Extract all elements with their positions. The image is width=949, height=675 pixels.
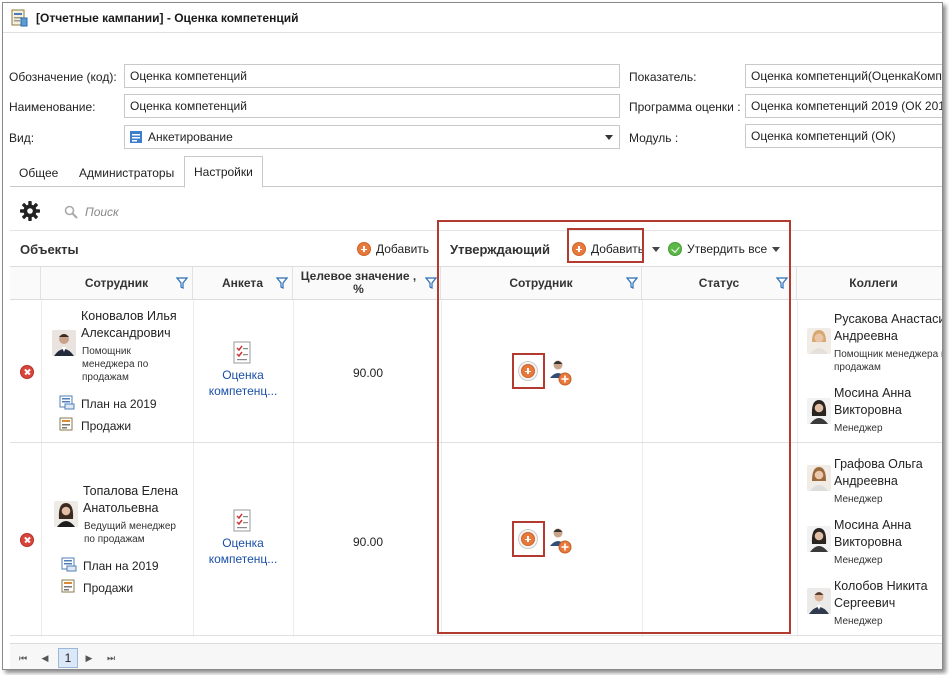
sales-icon: [61, 579, 75, 593]
survey-link[interactable]: компетенц...: [193, 551, 293, 567]
plan-label: План на 2019: [81, 397, 157, 411]
employee-role: Ведущий менеджер: [84, 521, 176, 532]
module-label: Модуль :: [629, 131, 679, 145]
avatar: [807, 465, 831, 491]
employee-name: Анатольевна: [83, 501, 159, 515]
survey-link[interactable]: Оценка: [193, 535, 293, 551]
tab-settings[interactable]: Настройки: [184, 156, 263, 188]
colleague-name: Викторовна: [834, 403, 902, 417]
add-icon: [357, 242, 371, 256]
title-bar: [Отчетные кампании] - Оценка компетенций: [3, 3, 942, 33]
search-label[interactable]: Поиск: [85, 205, 119, 219]
pager: ⏮ ◀ 1 ▶ ⏭: [10, 643, 942, 669]
avatar: [807, 526, 831, 552]
filter-icon[interactable]: [176, 277, 188, 289]
colleague-name: Андреевна: [834, 474, 898, 488]
next-page-icon[interactable]: ▶: [82, 651, 96, 665]
plan-icon: [59, 395, 75, 410]
code-label: Обозначение (код):: [9, 70, 117, 84]
avatar: [807, 328, 831, 354]
delete-icon[interactable]: [20, 533, 34, 547]
column-colleagues[interactable]: Коллеги: [797, 267, 942, 299]
window-title: [Отчетные кампании] - Оценка компетенций: [36, 10, 299, 25]
kind-select[interactable]: Анкетирование: [124, 125, 620, 149]
employee-name: Коновалов Илья: [81, 309, 177, 323]
filter-icon[interactable]: [276, 277, 288, 289]
survey-kind-icon: [130, 131, 142, 143]
avatar: [54, 501, 78, 527]
last-page-icon[interactable]: ⏭: [104, 651, 118, 665]
indicator-label: Показатель:: [629, 70, 697, 84]
plan-label: План на 2019: [83, 559, 159, 573]
tab-bar: Общее Администраторы Настройки: [10, 156, 942, 188]
colleague-name: Графова Ольга: [834, 457, 923, 471]
first-page-icon[interactable]: ⏮: [16, 651, 30, 665]
survey-link[interactable]: компетенц...: [193, 383, 293, 399]
indicator-field[interactable]: Оценка компетенций(ОценкаКомпе: [745, 64, 942, 88]
prev-page-icon[interactable]: ◀: [38, 651, 52, 665]
code-field[interactable]: Оценка компетенций: [124, 64, 620, 88]
module-field[interactable]: Оценка компетенций (ОК): [745, 124, 942, 148]
colleague-role: Менеджер: [834, 555, 883, 566]
column-target[interactable]: Целевое значение , %: [293, 267, 441, 299]
tab-administrators[interactable]: Администраторы: [70, 160, 183, 187]
colleague-name: Викторовна: [834, 535, 902, 549]
colleague-name: Андреевна: [834, 329, 898, 343]
plan-icon: [61, 557, 77, 572]
employee-role: Помощник: [82, 346, 131, 357]
sales-label: Продажи: [83, 581, 134, 595]
survey-link[interactable]: Оценка: [193, 367, 293, 383]
colleague-role: Менеджер: [834, 494, 883, 505]
sales-label: Продажи: [81, 419, 132, 433]
column-colleagues-label: Коллеги: [849, 275, 898, 290]
program-field[interactable]: Оценка компетенций 2019 (ОК 2019: [745, 94, 942, 118]
employee-role: менеджера по: [82, 359, 149, 370]
kind-value: Анкетирование: [148, 130, 233, 144]
survey-icon[interactable]: [232, 509, 252, 533]
colleague-role: Менеджер: [834, 616, 883, 627]
search-icon[interactable]: [64, 205, 78, 219]
employee-name: Александрович: [81, 326, 171, 340]
avatar: [807, 588, 831, 614]
highlight-box: [567, 228, 644, 263]
tab-general[interactable]: Общее: [10, 160, 67, 187]
gear-icon[interactable]: [19, 200, 41, 222]
main-window: [Отчетные кампании] - Оценка компетенций…: [2, 2, 943, 670]
campaign-icon: [11, 9, 28, 26]
colleague-name: Сергеевич: [834, 596, 896, 610]
colleague-role: продажам: [834, 362, 881, 373]
column-survey-label: Анкета: [222, 275, 263, 290]
employee-role: продажам: [82, 372, 129, 383]
chevron-down-icon[interactable]: [605, 135, 613, 140]
sales-icon: [59, 417, 73, 431]
colleague-role: Помощник менеджера по: [834, 349, 943, 360]
target-value: 90.00: [353, 535, 384, 549]
column-employee-label: Сотрудник: [84, 275, 149, 290]
colleague-name: Русакова Анастасия: [834, 312, 943, 326]
employee-role: по продажам: [84, 534, 145, 545]
filter-icon[interactable]: [425, 277, 437, 289]
avatar: [807, 398, 831, 424]
objects-title: Объекты: [20, 242, 79, 257]
colleague-role: Менеджер: [834, 423, 883, 434]
target-value: 90.00: [353, 366, 384, 380]
name-label: Наименование:: [9, 100, 96, 114]
name-field[interactable]: Оценка компетенций: [124, 94, 620, 118]
objects-add-label: Добавить: [376, 242, 430, 256]
survey-icon[interactable]: [232, 341, 252, 365]
colleague-name: Мосина Анна: [834, 386, 912, 400]
column-employee[interactable]: Сотрудник: [41, 267, 193, 299]
kind-label: Вид:: [9, 131, 35, 145]
page-number[interactable]: 1: [58, 648, 78, 668]
delete-icon[interactable]: [20, 365, 34, 379]
colleague-name: Колобов Никита: [834, 579, 928, 593]
column-target-label: Целевое значение , %: [300, 269, 417, 296]
employee-name: Топалова Елена: [83, 484, 179, 498]
program-label: Программа оценки :: [629, 100, 741, 114]
objects-add-button[interactable]: Добавить: [357, 242, 429, 256]
colleague-name: Мосина Анна: [834, 518, 912, 532]
avatar: [52, 330, 76, 356]
select-column: [10, 267, 41, 299]
highlight-box: [437, 220, 791, 634]
